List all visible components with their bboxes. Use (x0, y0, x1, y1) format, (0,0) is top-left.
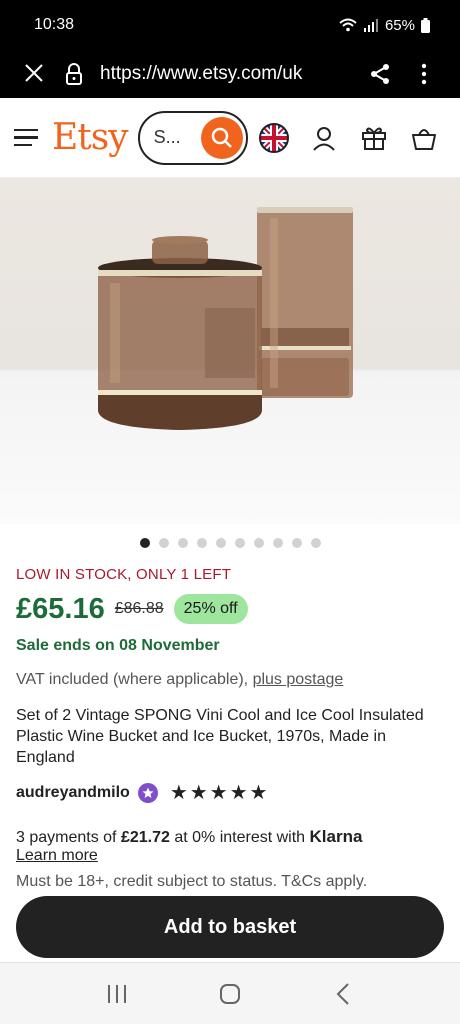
basket-icon[interactable] (408, 122, 440, 154)
signal-icon (363, 19, 378, 32)
carousel-dot[interactable] (234, 538, 245, 548)
product-details: LOW IN STOCK, ONLY 1 LEFT £65.16 £86.88 … (16, 566, 446, 891)
klarna-amount: £21.72 (120, 829, 170, 846)
vat-text: VAT included (where applicable), (16, 671, 253, 688)
wifi-icon (339, 18, 357, 32)
carousel-dot[interactable] (272, 538, 283, 548)
etsy-logo[interactable]: Etsy (52, 117, 129, 158)
search-icon[interactable] (200, 116, 243, 159)
klarna-logo: Klarna (309, 827, 363, 846)
more-icon[interactable] (402, 63, 446, 85)
site-header: Etsy S... (0, 98, 460, 178)
battery-level: 65% (384, 16, 415, 34)
gift-icon[interactable] (358, 122, 390, 154)
original-price: £86.88 (114, 600, 164, 617)
learn-more-link[interactable]: Learn more (16, 847, 98, 865)
credit-note: Must be 18+, credit subject to status. T… (16, 873, 368, 890)
carousel-dot[interactable] (177, 538, 188, 548)
recent-apps-icon[interactable] (97, 974, 137, 1014)
browser-toolbar: https://www.etsy.com/uk (0, 50, 460, 98)
carousel-dot[interactable] (158, 538, 169, 548)
close-icon[interactable] (14, 59, 54, 90)
product-image[interactable] (0, 178, 460, 524)
klarna-prefix: 3 payments of (16, 829, 121, 846)
share-icon[interactable] (358, 63, 402, 85)
star-seller-icon (137, 782, 158, 803)
price-row: £65.16 £86.88 25% off (16, 589, 446, 629)
sale-price: £65.16 (16, 592, 105, 625)
discount-badge: 25% off (173, 594, 248, 624)
battery-icon (421, 17, 430, 33)
carousel-dot[interactable] (291, 538, 302, 548)
klarna-offer: 3 payments of £21.72 at 0% interest with… (16, 827, 446, 847)
status-icons: 65% (339, 17, 430, 34)
menu-icon[interactable] (14, 128, 42, 147)
add-to-basket-button[interactable]: Add to basket (16, 896, 444, 958)
status-bar: 10:38 65% (0, 0, 460, 50)
product-title: Set of 2 Vintage SPONG Vini Cool and Ice… (16, 707, 424, 766)
rating-stars[interactable]: ★★★★★ (170, 780, 270, 805)
carousel-dot[interactable] (310, 538, 321, 548)
system-nav-bar (0, 962, 460, 1024)
stock-notice: LOW IN STOCK, ONLY 1 LEFT (16, 566, 232, 583)
lock-icon[interactable] (54, 63, 94, 85)
search-input[interactable]: S... (154, 127, 181, 148)
search-box[interactable]: S... (137, 110, 248, 165)
sale-ends: Sale ends on 08 November (16, 637, 220, 654)
carousel-dot[interactable] (253, 538, 264, 548)
back-icon[interactable] (323, 974, 363, 1014)
shop-name[interactable]: audreyandmilo (16, 784, 130, 802)
postage-link[interactable]: plus postage (253, 671, 344, 688)
url-bar[interactable]: https://www.etsy.com/uk (94, 63, 358, 85)
carousel-dot[interactable] (215, 538, 226, 548)
carousel-dot[interactable] (139, 538, 150, 548)
home-icon[interactable] (210, 974, 250, 1014)
klarna-middle: at 0% interest with (169, 829, 310, 846)
vat-note: VAT included (where applicable), plus po… (16, 671, 446, 689)
status-time: 10:38 (34, 16, 75, 33)
carousel-dot[interactable] (196, 538, 207, 548)
shop-row: audreyandmilo ★★★★★ (16, 780, 446, 805)
image-carousel-dots (0, 538, 460, 548)
uk-flag-icon[interactable] (258, 122, 290, 154)
account-icon[interactable] (308, 122, 340, 154)
